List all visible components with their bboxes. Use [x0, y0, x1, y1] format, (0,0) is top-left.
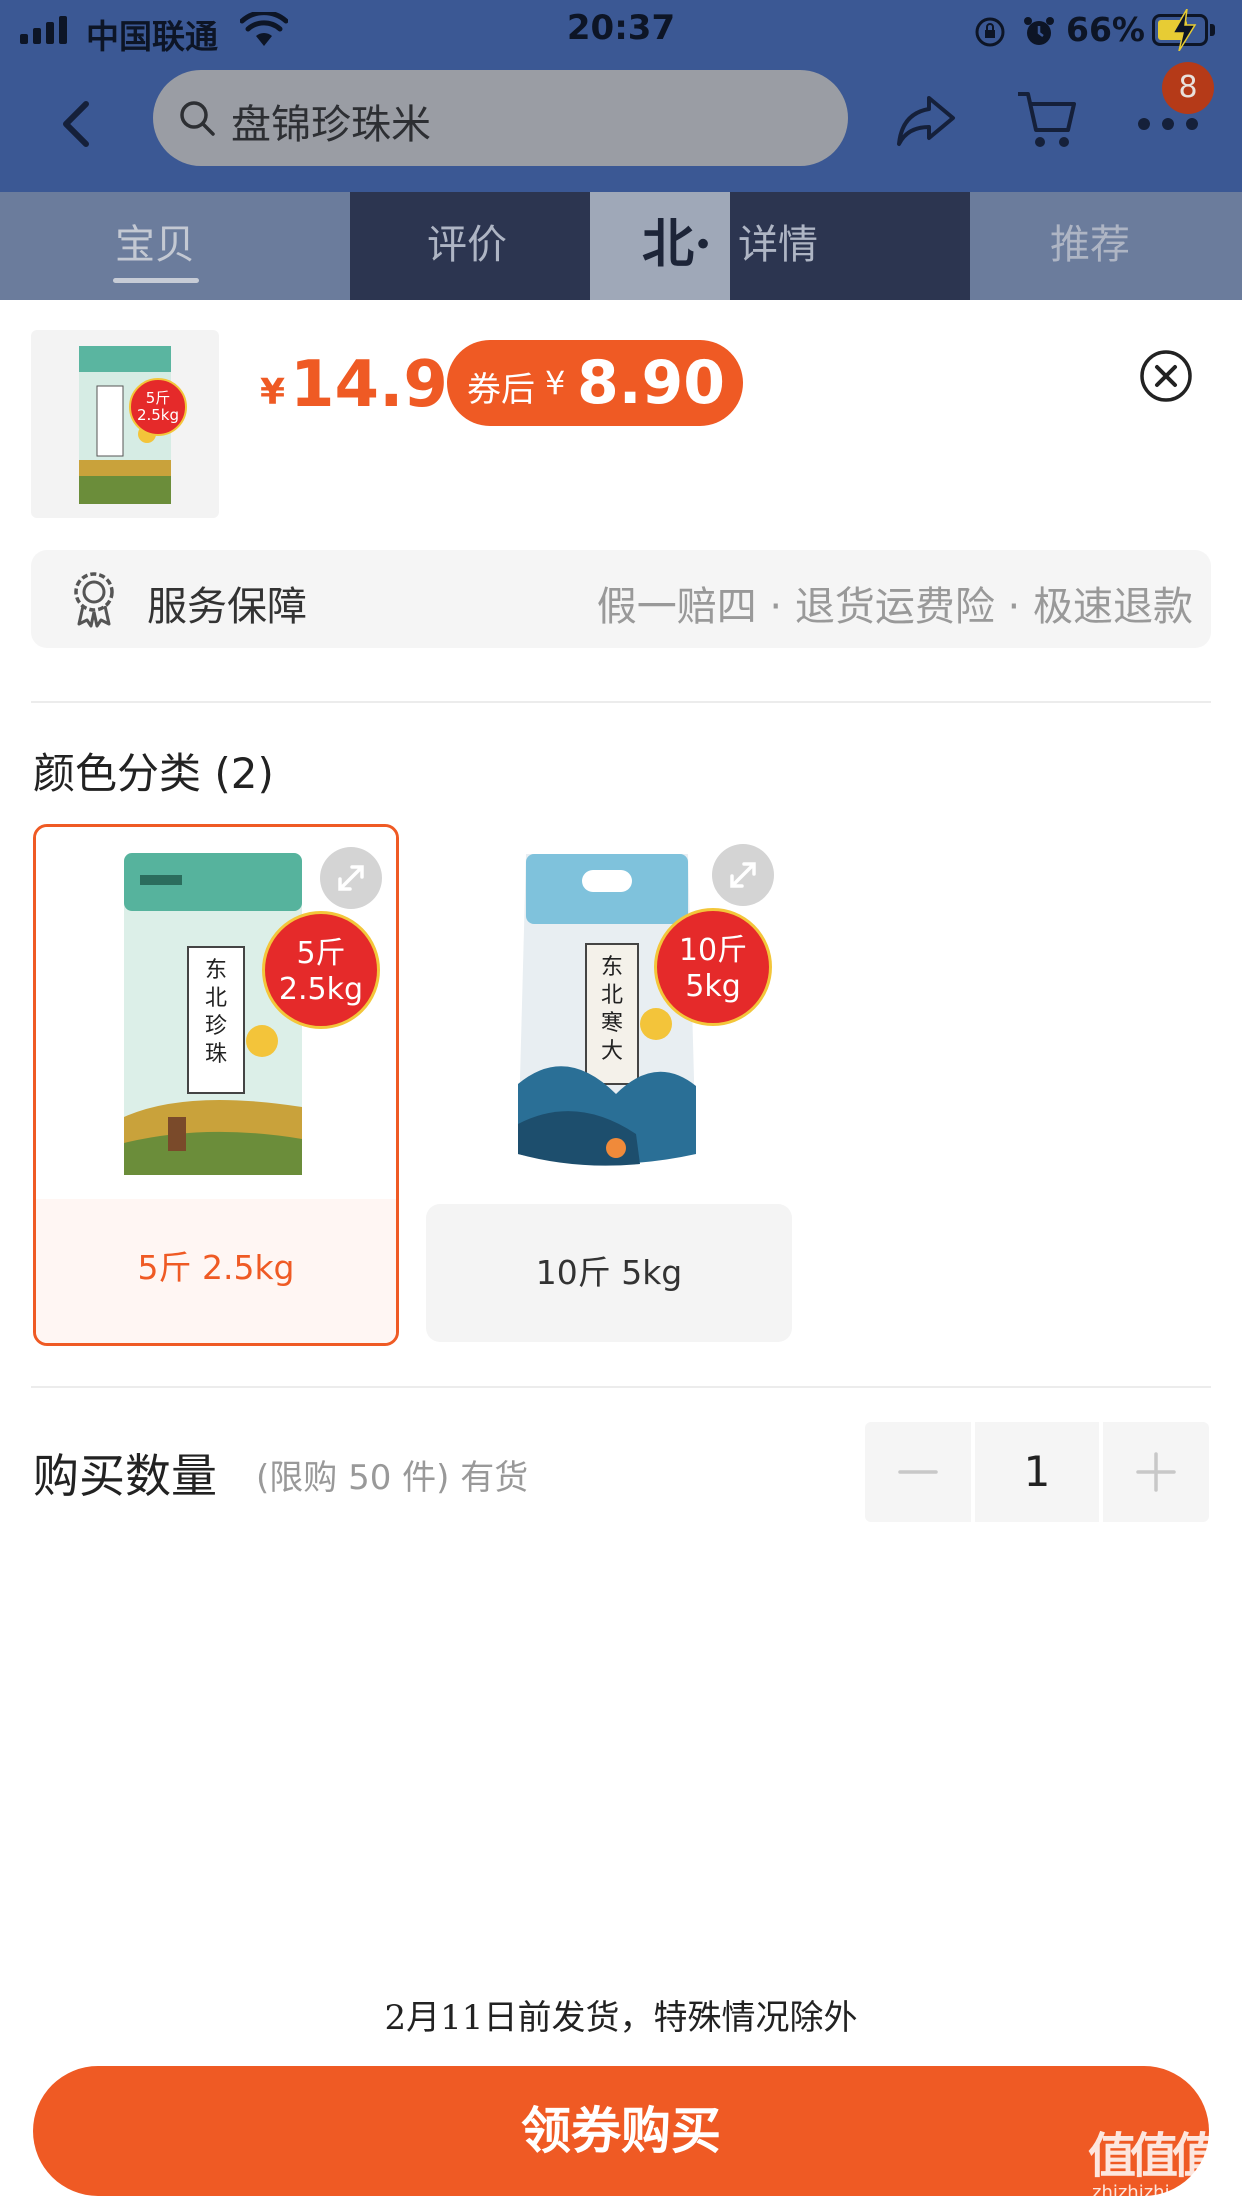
decrement-button[interactable] [865, 1422, 971, 1522]
shipping-note: 2月11日前发货，特殊情况除外 [384, 1998, 858, 2038]
svg-text:寒: 寒 [601, 1011, 623, 1036]
divider [31, 1386, 1211, 1388]
cart-button[interactable] [1016, 88, 1078, 152]
award-icon [74, 572, 114, 628]
nav-bar: 盘锦珍珠米 8 [0, 62, 1242, 192]
sku-sheet: 5斤 2.5kg ¥ 14.9 券后 ¥ 8.90 服务保障 假一赔四 · 退货… [0, 300, 1242, 2208]
svg-text:北: 北 [601, 983, 623, 1008]
back-button[interactable] [50, 92, 106, 156]
search-query: 盘锦珍珠米 [231, 102, 431, 148]
watermark-logo: 值值值 zhizhizhi.com [1088, 2128, 1220, 2203]
variant-option-10jin[interactable]: 东 北 寒 大 10斤 5kg 10斤 5kg [426, 824, 792, 1346]
thumb-size-badge: 5斤 2.5kg [129, 378, 187, 436]
claim-coupon-buy-button[interactable]: 领券购买 [33, 2066, 1209, 2196]
quantity-label: 购买数量 [33, 1449, 217, 1503]
quantity-stepper: 1 [865, 1422, 1209, 1522]
more-button[interactable] [1138, 112, 1198, 136]
svg-text:东: 东 [205, 958, 227, 983]
expand-icon[interactable] [320, 847, 382, 909]
svg-text:东: 东 [601, 955, 623, 980]
product-thumbnail[interactable]: 5斤 2.5kg [31, 330, 219, 518]
service-title: 服务保障 [147, 584, 307, 630]
quantity-value[interactable]: 1 [975, 1422, 1099, 1522]
price-currency: ¥ [260, 372, 286, 413]
dimmed-header: 中国联通 20:37 66% 盘锦珍珠米 8 北· 宝贝 评价 详情 推荐 [0, 0, 1242, 300]
cart-count-badge: 8 [1162, 62, 1214, 114]
svg-text:北: 北 [205, 986, 227, 1011]
divider [31, 701, 1211, 703]
battery-percent: 66% [1066, 10, 1145, 49]
charging-bolt-icon [1171, 9, 1197, 51]
tab-reviews[interactable]: 评价 [357, 192, 577, 300]
service-guarantee[interactable]: 服务保障 假一赔四 · 退货运费险 · 极速退款 [31, 550, 1211, 648]
battery-icon [1152, 9, 1208, 51]
size-badge: 10斤 5kg [654, 908, 772, 1026]
variant-option-5jin[interactable]: 东 北 珍 珠 5斤 2.5kg 5斤 2.5kg [33, 824, 399, 1346]
service-items: 假一赔四 · 退货运费险 · 极速退款 [596, 584, 1193, 630]
coupon-price-pill: 券后 ¥ 8.90 [447, 340, 743, 426]
coupon-label: 券后 [467, 370, 535, 410]
svg-text:珍: 珍 [205, 1014, 227, 1039]
search-icon [180, 101, 215, 136]
status-bar: 中国联通 20:37 66% [0, 0, 1242, 62]
close-button[interactable] [1138, 348, 1194, 404]
svg-text:珠: 珠 [205, 1042, 227, 1067]
increment-button[interactable] [1103, 1422, 1209, 1522]
coupon-currency: ¥ [545, 364, 566, 402]
minus-icon [898, 1470, 938, 1474]
tab-underline [113, 278, 199, 283]
svg-text:大: 大 [601, 1039, 623, 1064]
alarm-icon [1024, 17, 1054, 45]
price-current: 14.9 [290, 348, 448, 422]
plus-icon [1136, 1452, 1176, 1492]
variant-section-title: 颜色分类 (2) [33, 749, 274, 798]
quantity-note: (限购 50 件) 有货 [256, 1458, 529, 1498]
size-badge: 5斤 2.5kg [262, 911, 380, 1029]
coupon-price: 8.90 [577, 348, 726, 418]
expand-icon[interactable] [712, 844, 774, 906]
tab-recommend[interactable]: 推荐 [980, 192, 1200, 300]
tab-baobei[interactable]: 宝贝 [45, 192, 265, 300]
tab-details[interactable]: 详情 [668, 192, 888, 300]
variant-label: 5斤 2.5kg [36, 1199, 396, 1343]
rice-bag-image [79, 346, 171, 504]
share-button[interactable] [895, 90, 957, 150]
rotation-lock-icon [975, 17, 1005, 47]
search-input[interactable]: 盘锦珍珠米 [153, 70, 848, 166]
variant-label: 10斤 5kg [426, 1204, 792, 1342]
tab-bar: 北· 宝贝 评价 详情 推荐 [0, 192, 1242, 300]
